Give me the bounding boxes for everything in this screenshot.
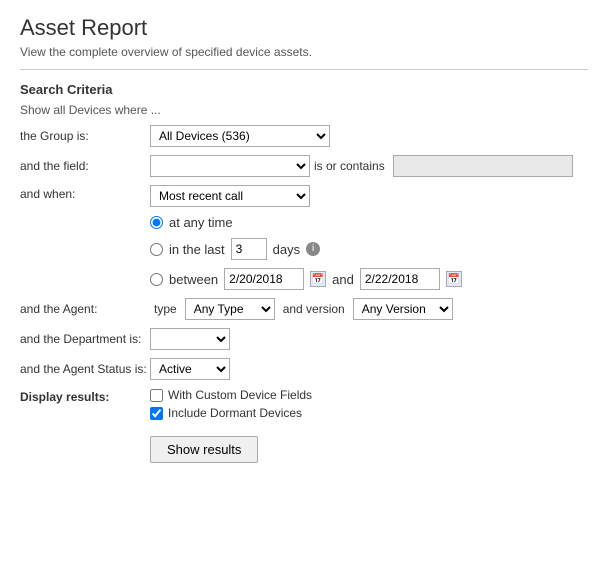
status-select[interactable]: Active Inactive Any (150, 358, 230, 380)
custom-fields-label: With Custom Device Fields (168, 388, 312, 402)
dept-row: and the Department is: (20, 328, 588, 350)
when-options: Most recent call at any time in the last… (150, 185, 462, 290)
calendar-to-icon[interactable]: 📅 (446, 271, 462, 287)
dormant-label: Include Dormant Devices (168, 406, 302, 420)
display-row: Display results: With Custom Device Fiel… (20, 388, 588, 420)
when-block: and when: Most recent call at any time i… (20, 185, 588, 290)
days-input[interactable] (231, 238, 267, 260)
is-or-contains-label: is or contains (314, 159, 385, 173)
agent-row: and the Agent: type Any Type and version… (20, 298, 588, 320)
field-label: and the field: (20, 159, 150, 173)
page-subtitle: View the complete overview of specified … (20, 45, 588, 59)
show-all-label: Show all Devices where ... (20, 103, 588, 117)
show-results-button[interactable]: Show results (150, 436, 258, 463)
divider (20, 69, 588, 70)
at-any-time-label: at any time (169, 215, 233, 230)
custom-fields-row: With Custom Device Fields (150, 388, 312, 402)
dormant-checkbox[interactable] (150, 407, 163, 420)
in-the-last-label: in the last (169, 242, 225, 257)
show-results-container: Show results (20, 426, 588, 463)
dept-label: and the Department is: (20, 332, 150, 346)
days-label: days (273, 242, 300, 257)
display-label: Display results: (20, 388, 150, 404)
in-the-last-radio[interactable] (150, 243, 163, 256)
in-the-last-row: in the last days i (150, 238, 462, 260)
custom-fields-checkbox[interactable] (150, 389, 163, 402)
agent-label: and the Agent: (20, 302, 150, 316)
between-label: between (169, 272, 218, 287)
status-label: and the Agent Status is: (20, 362, 150, 376)
between-radio[interactable] (150, 273, 163, 286)
when-type-select[interactable]: Most recent call (150, 185, 310, 207)
dept-select[interactable] (150, 328, 230, 350)
page-title: Asset Report (20, 15, 588, 41)
when-type-row: Most recent call (150, 185, 462, 207)
group-row: the Group is: All Devices (536) (20, 125, 588, 147)
date-from-input[interactable] (224, 268, 304, 290)
contains-input[interactable] (393, 155, 573, 177)
when-label: and when: (20, 185, 150, 201)
calendar-from-icon[interactable]: 📅 (310, 271, 326, 287)
section-title: Search Criteria (20, 82, 588, 97)
status-row: and the Agent Status is: Active Inactive… (20, 358, 588, 380)
info-icon: i (306, 242, 320, 256)
display-options: With Custom Device Fields Include Dorman… (150, 388, 312, 420)
version-prefix-label: and version (283, 302, 345, 316)
group-label: the Group is: (20, 129, 150, 143)
at-any-time-row: at any time (150, 215, 462, 230)
between-row: between 📅 and 📅 (150, 268, 462, 290)
version-select[interactable]: Any Version (353, 298, 453, 320)
type-prefix-label: type (154, 302, 177, 316)
and-label: and (332, 272, 354, 287)
type-select[interactable]: Any Type (185, 298, 275, 320)
date-to-input[interactable] (360, 268, 440, 290)
at-any-time-radio[interactable] (150, 216, 163, 229)
field-row: and the field: is or contains (20, 155, 588, 177)
field-select[interactable] (150, 155, 310, 177)
group-select[interactable]: All Devices (536) (150, 125, 330, 147)
dormant-row: Include Dormant Devices (150, 406, 312, 420)
